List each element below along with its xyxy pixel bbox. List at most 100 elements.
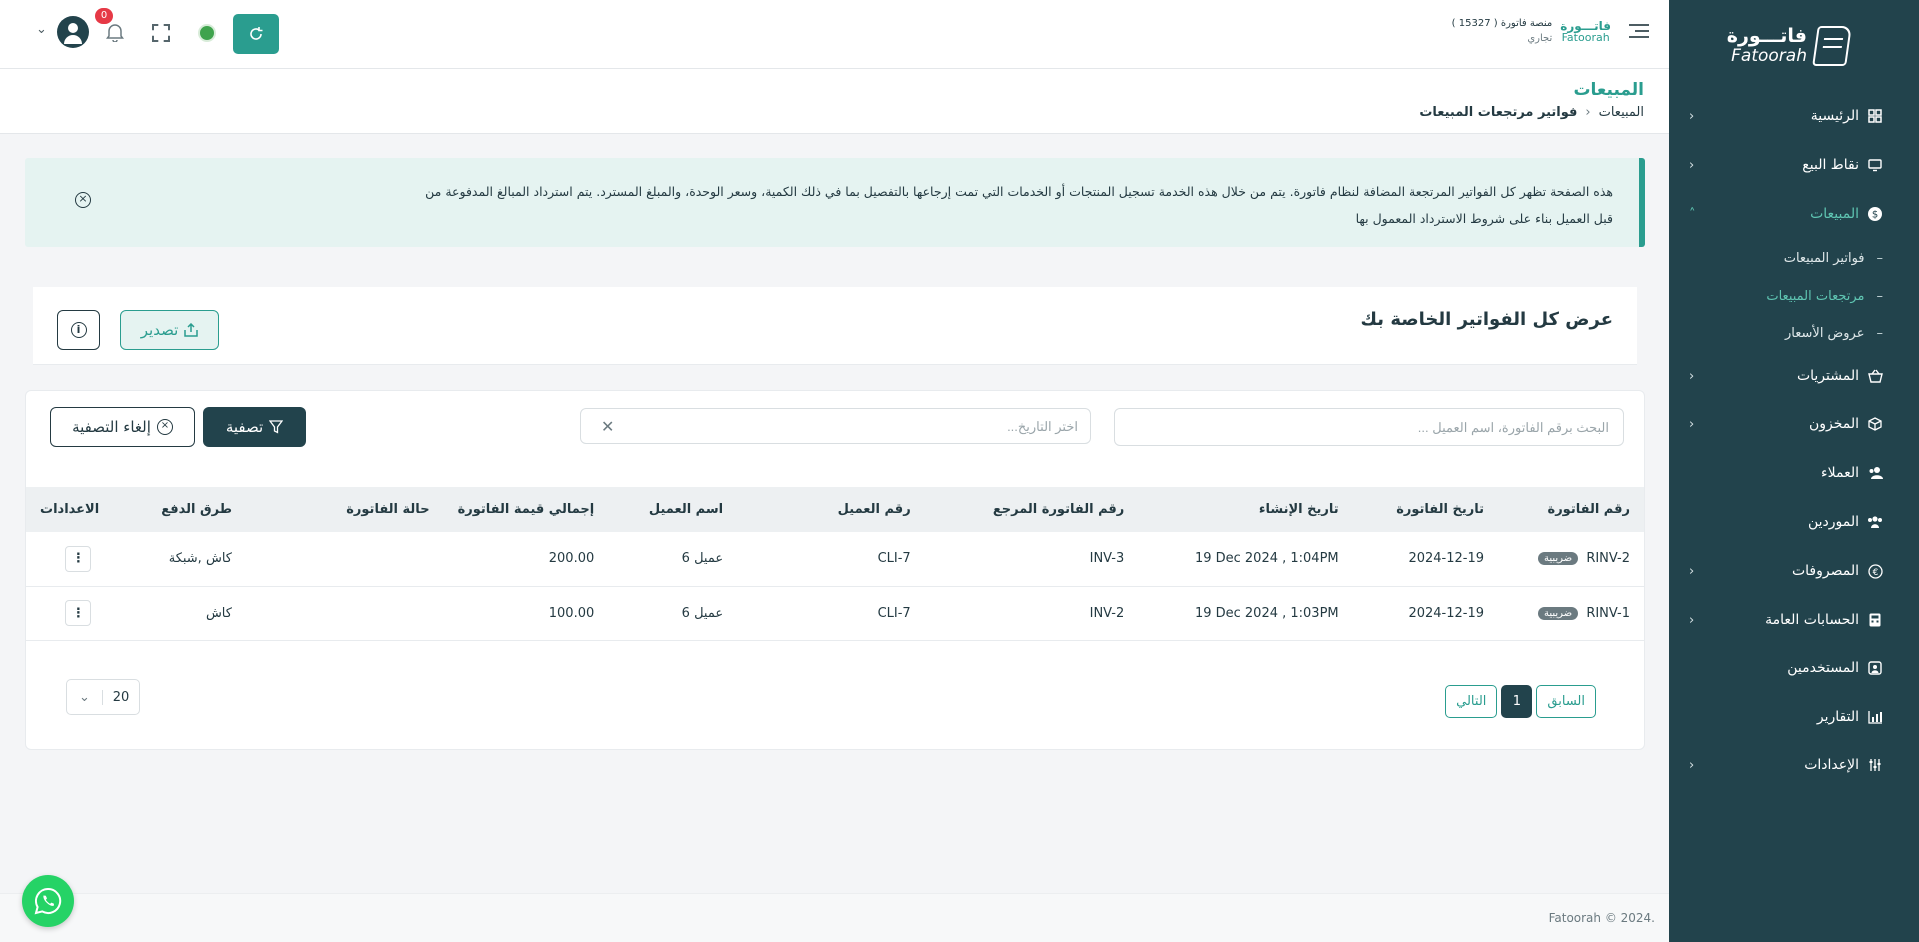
invoice-number-cell[interactable]: RINV-2 ضريبية (1498, 532, 1644, 586)
company-type: تجاري (1527, 33, 1553, 44)
sidebar-item-suppliers[interactable]: الموردين (1683, 508, 1883, 536)
column-header[interactable]: حالة الفاتورة (246, 487, 444, 532)
refresh-button[interactable] (233, 14, 279, 54)
sidebar-logo[interactable]: فاتـــورة Fatoorah (1727, 26, 1852, 66)
language-flag-icon[interactable] (198, 24, 216, 42)
dollar-icon: $ (1867, 206, 1883, 222)
sidebar-item-home[interactable]: الرئيسية ‹ (1683, 102, 1883, 130)
chevron-down-icon: ⌄ (67, 689, 103, 705)
sidebar-item-label: المصروفات (1791, 563, 1859, 579)
column-header[interactable]: رقم العميل (737, 487, 925, 532)
company-switcher[interactable]: فاتـــورة Fatoorah منصة فاتورة ( 15327 )… (1452, 16, 1611, 46)
sidebar-subitem-sales-returns[interactable]: – مرتجعات المبيعات (1703, 285, 1883, 307)
sidebar-item-pos[interactable]: نقاط البيع ‹ (1683, 151, 1883, 179)
filter-icon (269, 420, 284, 434)
column-header[interactable]: اسم العميل (608, 487, 737, 532)
whatsapp-chat-button[interactable] (22, 875, 74, 927)
page-header: المبيعات المبيعات ‹ فواتير مرتجعات المبي… (0, 69, 1669, 134)
column-header[interactable]: تاريخ الفاتورة (1353, 487, 1498, 532)
page-number-button[interactable]: 1 (1501, 685, 1533, 718)
sidebar-item-clients[interactable]: العملاء (1683, 459, 1883, 487)
invoice-number-cell[interactable]: RINV-1 ضريبية (1498, 586, 1644, 640)
row-actions-menu-icon[interactable]: ⋮ (65, 600, 92, 626)
breadcrumb-parent[interactable]: المبيعات (1599, 105, 1644, 120)
invoice-date-cell: 2024-12-19 (1408, 551, 1485, 567)
sidebar-item-inventory[interactable]: المخزون ‹ (1683, 410, 1883, 438)
table-row[interactable]: RINV-2 ضريبية 2024-12-19 19 Dec 2024 , 1… (26, 532, 1644, 586)
clear-date-icon[interactable]: ✕ (601, 417, 614, 436)
sidebar-item-purchases[interactable]: المشتريات ‹ (1683, 362, 1883, 390)
sidebar-item-label: الرئيسية (1810, 108, 1859, 124)
monitor-icon (1867, 157, 1883, 173)
sidebar-item-label: الإعدادات (1804, 757, 1859, 773)
column-header: الاعدادات (40, 502, 100, 517)
breadcrumb: المبيعات ‹ فواتير مرتجعات المبيعات (1419, 105, 1644, 120)
company-logo: فاتـــورة Fatoorah (1560, 20, 1611, 43)
sidebar-subitem-label: مرتجعات المبيعات (1766, 288, 1865, 304)
status-cell (246, 532, 444, 586)
sidebar-item-label: المشتريات (1796, 368, 1859, 384)
user-card-icon (1867, 660, 1883, 676)
reset-filter-button[interactable]: × إلغاء التصفية (50, 407, 195, 447)
column-header[interactable]: رقم الفاتورة المرجع (925, 487, 1139, 532)
column-header[interactable]: تاريخ الإنشاء (1138, 487, 1352, 532)
chevron-left-icon: ‹ (1689, 757, 1695, 773)
dash-icon: – (1876, 288, 1884, 304)
date-input[interactable] (620, 409, 1090, 443)
calculator-icon (1867, 612, 1883, 628)
column-header[interactable]: إجمالي قيمة الفاتورة (444, 487, 609, 532)
filter-label: تصفية (225, 418, 264, 436)
ref-invoice-cell: INV-2 (1089, 605, 1125, 621)
sidebar-item-label: الحسابات العامة (1765, 612, 1859, 628)
chevron-left-icon: ‹ (1689, 108, 1695, 124)
next-page-button[interactable]: التالي (1445, 685, 1498, 718)
sidebar-subitem-quotations[interactable]: – عروض الأسعار (1703, 322, 1883, 344)
created-at-cell: 19 Dec 2024 , 1:03PM (1194, 605, 1339, 621)
column-header[interactable]: طرق الدفع (113, 487, 246, 532)
company-id: ( 15327 ) (1451, 18, 1498, 29)
invoice-number[interactable]: RINV-2 (1586, 551, 1630, 566)
invoice-number[interactable]: RINV-1 (1586, 606, 1630, 621)
export-button[interactable]: تصدير (120, 310, 219, 350)
close-icon[interactable]: × (75, 192, 91, 208)
fatoorah-logo-icon (1812, 26, 1852, 66)
search-input[interactable] (1114, 408, 1624, 446)
notifications-bell-icon[interactable] (104, 22, 126, 44)
sidebar-item-accounts[interactable]: الحسابات العامة ‹ (1683, 606, 1883, 634)
date-picker[interactable]: ✕ (580, 408, 1091, 444)
sidebar-item-label: التقارير (1816, 709, 1859, 725)
sidebar-item-expenses[interactable]: € المصروفات ‹ (1683, 557, 1883, 585)
sliders-icon (1867, 757, 1883, 773)
invoices-table: رقم الفاتورة تاريخ الفاتورة تاريخ الإنشا… (26, 487, 1644, 641)
footer: Fatoorah © 2024. (0, 893, 1669, 942)
info-button[interactable]: i (57, 310, 100, 350)
prev-page-button[interactable]: السابق (1536, 685, 1596, 718)
row-actions-menu-icon[interactable]: ⋮ (65, 545, 92, 572)
menu-toggle-icon[interactable] (1629, 24, 1649, 38)
invoice-date-cell: 2024-12-19 (1408, 605, 1485, 621)
page-size-select[interactable]: ⌄ 20 (66, 679, 140, 715)
column-header[interactable]: رقم الفاتورة (1498, 487, 1644, 532)
chevron-down-icon[interactable]: ⌄ (36, 22, 47, 37)
filter-button[interactable]: تصفية (203, 407, 306, 447)
sidebar-subitem-sales-invoices[interactable]: – فواتير المبيعات (1703, 247, 1883, 269)
sidebar-item-label: المستخدمين (1787, 660, 1859, 676)
sidebar-item-label: الموردين (1807, 514, 1859, 530)
avatar[interactable] (57, 16, 89, 48)
breadcrumb-separator-icon: ‹ (1585, 105, 1591, 120)
payment-methods-cell: كاش (205, 605, 232, 621)
sidebar-item-sales[interactable]: $ المبيعات ˄ (1683, 200, 1883, 228)
sidebar-item-reports[interactable]: التقارير (1683, 703, 1883, 731)
sidebar-item-users[interactable]: المستخدمين (1683, 654, 1883, 682)
sidebar-item-settings[interactable]: الإعدادات ‹ (1683, 751, 1883, 779)
sidebar-item-label: العملاء (1821, 465, 1859, 481)
table-row[interactable]: RINV-1 ضريبية 2024-12-19 19 Dec 2024 , 1… (26, 586, 1644, 640)
fullscreen-icon[interactable] (152, 24, 170, 42)
notifications-count-badge: 0 (95, 8, 113, 24)
export-label: تصدير (140, 321, 179, 339)
logo-text-en: Fatoorah (1731, 46, 1807, 66)
client-number-cell: CLI-7 (877, 551, 911, 567)
tax-badge: ضريبية (1537, 606, 1579, 620)
card-title: عرض كل الفواتير الخاصة بك (1360, 309, 1613, 330)
table-header-row: رقم الفاتورة تاريخ الفاتورة تاريخ الإنشا… (26, 487, 1644, 532)
